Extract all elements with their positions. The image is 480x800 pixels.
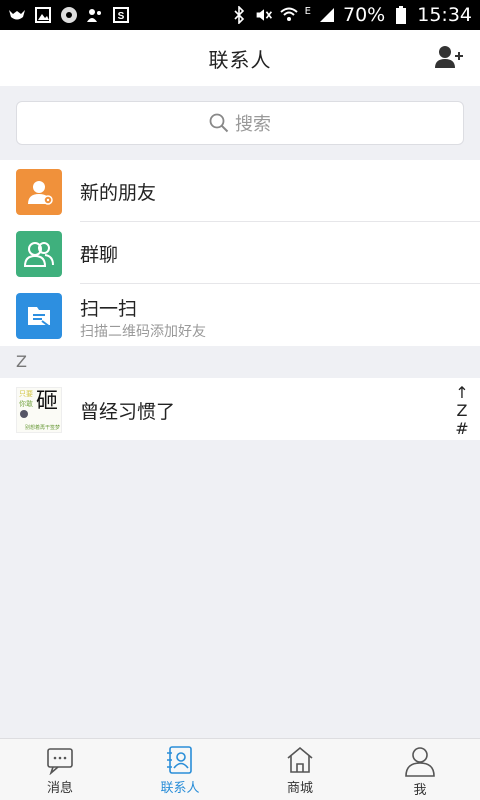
status-right-icons: E 70% 15:34 xyxy=(230,4,472,26)
page-title: 联系人 xyxy=(208,47,272,72)
network-type: E xyxy=(304,5,311,17)
alphabet-index-bar[interactable]: ↑ Z # xyxy=(454,384,470,438)
svg-text:S: S xyxy=(118,11,125,22)
tab-store[interactable]: 商城 xyxy=(240,739,360,800)
bluetooth-icon xyxy=(230,6,248,24)
menu-item-sublabel: 扫描二维码添加好友 xyxy=(80,324,206,340)
menu-item-new-friends[interactable]: 新的朋友 xyxy=(0,160,480,222)
tab-label: 消息 xyxy=(46,781,73,796)
avatar-figure xyxy=(20,410,28,418)
mute-icon xyxy=(255,6,273,24)
new-friend-icon xyxy=(16,169,62,215)
battery-icon xyxy=(392,6,410,24)
menu-item-label: 群聊 xyxy=(80,243,119,266)
file-icon: S xyxy=(112,6,130,24)
status-left-icons: S xyxy=(8,6,130,24)
section-letter: Z xyxy=(16,352,27,371)
add-user-icon xyxy=(435,46,463,68)
contacts-book-icon xyxy=(167,746,192,774)
avatar-text: 你敢 xyxy=(19,400,33,408)
avatar-text: 只要 xyxy=(19,390,33,398)
search-icon xyxy=(209,113,229,133)
chrome-icon xyxy=(60,6,78,24)
signal-icon xyxy=(318,6,336,24)
avatar-text: 别想着再干签梦 xyxy=(25,425,61,431)
menu-item-label: 扫一扫 xyxy=(80,298,138,320)
wifi-icon xyxy=(280,6,298,24)
cat-icon xyxy=(8,6,26,24)
image-icon xyxy=(34,6,52,24)
search-input[interactable]: 搜索 xyxy=(16,101,464,145)
battery-percent: 70% xyxy=(343,4,386,26)
group-chat-icon xyxy=(16,231,62,277)
status-bar: S E 70% 15:34 xyxy=(0,0,480,30)
contact-menu-list: 新的朋友 群聊 扫一扫 扫描二维码添加好友 xyxy=(0,160,480,346)
tab-label: 我 xyxy=(413,783,427,798)
avatar-text: 砸 xyxy=(36,389,59,414)
add-user-button[interactable] xyxy=(434,44,464,72)
tab-label: 联系人 xyxy=(160,781,200,796)
message-icon xyxy=(47,748,73,775)
index-letter-z[interactable]: Z xyxy=(457,402,468,420)
tab-profile[interactable]: 我 xyxy=(360,739,480,800)
search-area: 搜索 xyxy=(0,86,480,160)
menu-item-group-chat[interactable]: 群聊 xyxy=(0,222,480,284)
section-header: Z xyxy=(0,347,480,378)
tab-contacts[interactable]: 联系人 xyxy=(120,739,240,800)
header: 联系人 xyxy=(0,30,480,86)
tab-messages[interactable]: 消息 xyxy=(0,739,120,800)
menu-item-scan[interactable]: 扫一扫 扫描二维码添加好友 xyxy=(0,284,480,346)
tab-label: 商城 xyxy=(286,781,313,796)
store-icon xyxy=(287,746,313,773)
contacts-icon xyxy=(86,6,104,24)
search-placeholder: 搜索 xyxy=(235,114,271,135)
scan-icon xyxy=(16,293,62,339)
index-hash[interactable]: # xyxy=(455,420,468,438)
menu-item-label: 新的朋友 xyxy=(80,181,157,204)
contact-row[interactable]: 只要 你敢 砸 别想着再干签梦 曾经习惯了 xyxy=(0,378,480,440)
index-arrow-up[interactable]: ↑ xyxy=(455,384,468,402)
contact-name: 曾经习惯了 xyxy=(80,401,176,423)
profile-icon xyxy=(405,747,435,777)
clock: 15:34 xyxy=(417,4,472,26)
bottom-tab-bar: 消息 联系人 商城 我 xyxy=(0,738,480,800)
avatar: 只要 你敢 砸 别想着再干签梦 xyxy=(16,387,62,433)
